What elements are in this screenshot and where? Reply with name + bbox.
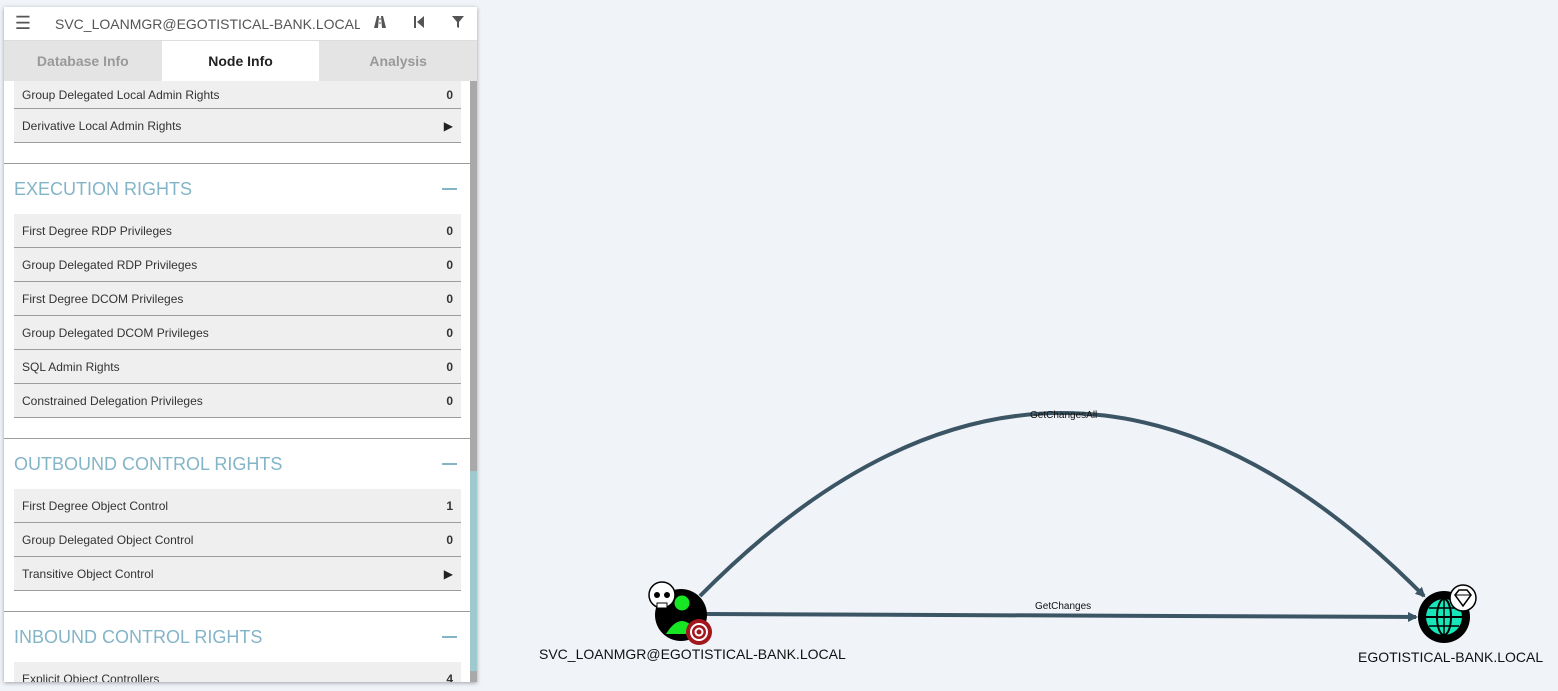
- collapse-icon[interactable]: [442, 636, 457, 638]
- expand-arrow-icon[interactable]: ▶: [444, 119, 453, 133]
- list-item[interactable]: Transitive Object Control ▶: [14, 557, 461, 591]
- section-title: EXECUTION RIGHTS: [14, 178, 193, 199]
- expand-arrow-icon[interactable]: ▶: [444, 567, 453, 581]
- row-label: Transitive Object Control: [22, 566, 154, 581]
- scrollbar-thumb[interactable]: [470, 471, 477, 671]
- collapse-icon[interactable]: [442, 463, 457, 465]
- edge-getchanges[interactable]: [705, 611, 1418, 622]
- search-input[interactable]: [42, 15, 360, 32]
- scrollbar[interactable]: [470, 81, 477, 682]
- row-label: Explicit Object Controllers: [22, 671, 160, 683]
- list-item[interactable]: Constrained Delegation Privileges 0: [14, 384, 461, 418]
- list-item[interactable]: First Degree RDP Privileges 0: [14, 214, 461, 248]
- section-title: INBOUND CONTROL RIGHTS: [14, 626, 263, 647]
- list-item[interactable]: First Degree DCOM Privileges 0: [14, 282, 461, 316]
- list-item[interactable]: Explicit Object Controllers 4: [14, 662, 461, 682]
- row-value: 0: [446, 87, 453, 102]
- tab-database-info[interactable]: Database Info: [4, 41, 162, 81]
- search-bar: ☰: [4, 7, 477, 41]
- section-header-outbound-control-rights[interactable]: OUTBOUND CONTROL RIGHTS: [14, 439, 461, 489]
- tab-node-info[interactable]: Node Info: [161, 41, 320, 81]
- section-title: OUTBOUND CONTROL RIGHTS: [14, 453, 283, 474]
- high-value-target-icon: [686, 619, 712, 645]
- row-label: Derivative Local Admin Rights: [22, 118, 182, 133]
- diamond-gem-icon: [1449, 584, 1477, 612]
- collapse-icon[interactable]: [442, 188, 457, 190]
- list-item[interactable]: SQL Admin Rights 0: [14, 350, 461, 384]
- row-label: Group Delegated Local Admin Rights: [22, 87, 220, 102]
- list-item[interactable]: Derivative Local Admin Rights ▶: [14, 109, 461, 143]
- row-value: 0: [446, 359, 453, 374]
- row-value: 0: [446, 257, 453, 272]
- section-header-execution-rights[interactable]: EXECUTION RIGHTS: [14, 164, 461, 214]
- section-header-inbound-control-rights[interactable]: INBOUND CONTROL RIGHTS: [14, 612, 461, 662]
- edge-getchangesall[interactable]: [698, 411, 1426, 598]
- row-value: 0: [446, 532, 453, 547]
- row-value: 4: [446, 671, 453, 683]
- user-head-icon: [674, 595, 690, 611]
- hamburger-icon[interactable]: ☰: [4, 13, 42, 34]
- edge-label-getchanges: GetChanges: [1035, 601, 1092, 612]
- row-label: First Degree Object Control: [22, 498, 169, 513]
- pathfinding-road-icon[interactable]: [360, 15, 399, 32]
- row-label: SQL Admin Rights: [22, 359, 120, 374]
- list-item[interactable]: Group Delegated RDP Privileges 0: [14, 248, 461, 282]
- row-value: 0: [446, 393, 453, 408]
- row-label: Constrained Delegation Privileges: [22, 393, 203, 408]
- list-item[interactable]: Group Delegated DCOM Privileges 0: [14, 316, 461, 350]
- row-label: Group Delegated Object Control: [22, 532, 194, 547]
- tab-analysis[interactable]: Analysis: [319, 41, 477, 81]
- row-value: 0: [446, 325, 453, 340]
- list-item[interactable]: Group Delegated Object Control 0: [14, 523, 461, 557]
- row-label: First Degree DCOM Privileges: [22, 291, 184, 306]
- owned-skull-icon: [648, 581, 676, 609]
- edge-label-getchangesall: GetChangesAll: [1030, 410, 1098, 421]
- list-item[interactable]: Group Delegated Local Admin Rights 0: [14, 81, 461, 109]
- row-label: First Degree RDP Privileges: [22, 223, 172, 238]
- node-info-panel: ☰ Database Info Node Info Analysis Group…: [4, 7, 477, 682]
- row-label: Group Delegated DCOM Privileges: [22, 325, 209, 340]
- user-node-label: SVC_LOANMGR@EGOTISTICAL-BANK.LOCAL: [539, 646, 846, 662]
- step-back-icon[interactable]: [399, 15, 438, 32]
- domain-node-label: EGOTISTICAL-BANK.LOCAL: [1358, 649, 1544, 665]
- filter-icon[interactable]: [438, 15, 477, 32]
- row-value: 1: [446, 498, 453, 513]
- row-value: 0: [446, 223, 453, 238]
- row-label: Group Delegated RDP Privileges: [22, 257, 198, 272]
- panel-tabs: Database Info Node Info Analysis: [4, 41, 477, 81]
- row-value: 0: [446, 291, 453, 306]
- node-info-content: Group Delegated Local Admin Rights 0 Der…: [4, 81, 470, 682]
- list-item[interactable]: First Degree Object Control 1: [14, 489, 461, 523]
